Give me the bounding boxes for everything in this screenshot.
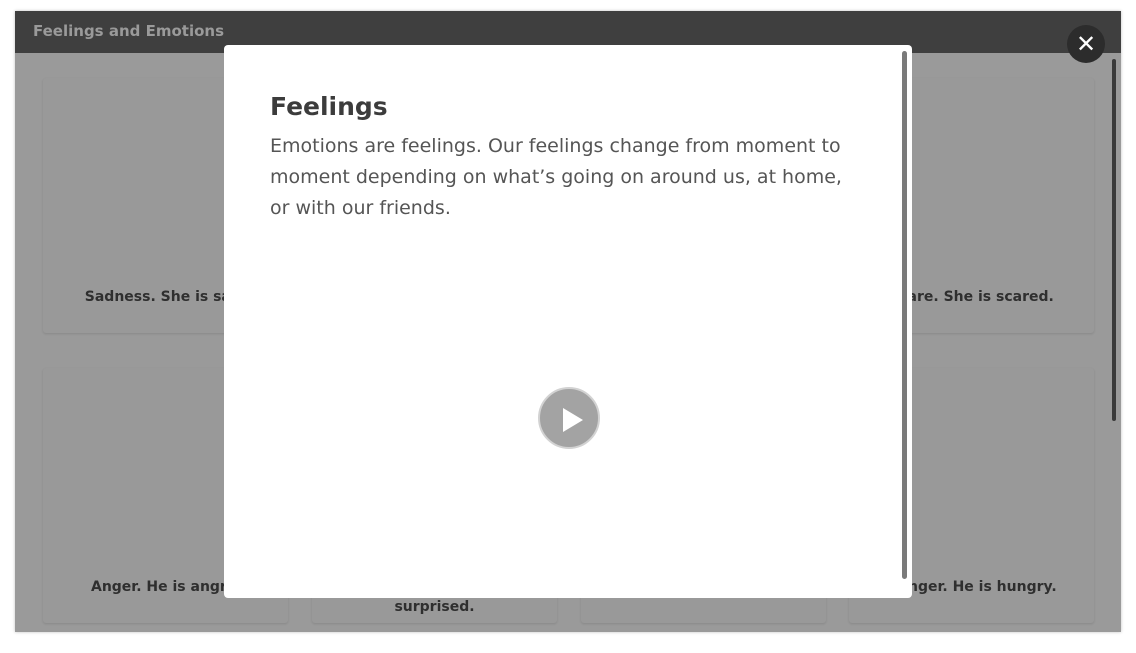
page-scrollbar[interactable]: [1112, 59, 1116, 421]
close-icon: ✕: [1075, 30, 1097, 58]
app-title: Feelings and Emotions: [33, 22, 225, 40]
play-icon: [563, 408, 583, 432]
play-button[interactable]: [538, 387, 600, 449]
modal-body-text: Emotions are feelings. Our feelings chan…: [270, 135, 842, 219]
close-button[interactable]: ✕: [1067, 25, 1105, 63]
modal-title: Feelings: [270, 92, 388, 121]
feelings-modal: Feelings Emotions are feelings. Our feel…: [224, 45, 912, 598]
modal-scrollbar[interactable]: [902, 51, 907, 579]
